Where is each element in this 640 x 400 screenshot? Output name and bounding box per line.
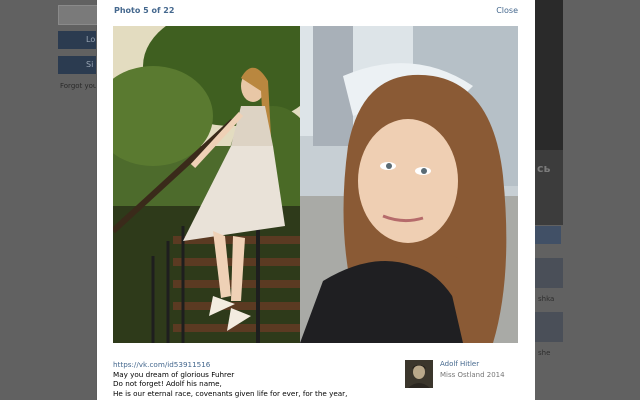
side-header <box>535 226 561 244</box>
friend-avatar[interactable] <box>535 312 563 342</box>
photo-viewer-modal: Photo 5 of 22 Close https://vk.com/id539… <box>97 0 535 400</box>
author-subtitle: Miss Ostland 2014 <box>440 371 505 379</box>
author-block: Adolf Hitler Miss Ostland 2014 <box>405 360 525 390</box>
caption-line: Do not forget! Adolf his name, <box>113 379 222 389</box>
caption-line: May you dream of glorious Fuhrer <box>113 369 235 379</box>
author-name[interactable]: Adolf Hitler <box>440 360 479 368</box>
login-input[interactable] <box>58 5 97 25</box>
friend-name[interactable]: shka <box>538 295 554 303</box>
login-button[interactable]: Lo <box>58 31 96 49</box>
caption-line: He is our eternal race, covenants given … <box>113 388 348 398</box>
side-photo-text: сь <box>537 162 551 175</box>
modal-header: Photo 5 of 22 Close <box>97 0 535 24</box>
signup-button[interactable]: Si <box>58 56 96 74</box>
avatar[interactable] <box>405 360 433 388</box>
forgot-password-link[interactable]: Forgot you <box>60 82 96 90</box>
photo-caption: https://vk.com/id53911516 May you dream … <box>113 360 373 398</box>
close-button[interactable]: Close <box>496 6 518 15</box>
profile-link[interactable]: https://vk.com/id53911516 <box>113 360 373 370</box>
side-photo[interactable] <box>535 0 563 150</box>
photo-counter: Photo 5 of 22 <box>114 6 175 15</box>
friend-name[interactable]: she <box>538 349 550 357</box>
photo-image[interactable] <box>113 26 518 343</box>
friend-avatar[interactable] <box>535 258 563 288</box>
